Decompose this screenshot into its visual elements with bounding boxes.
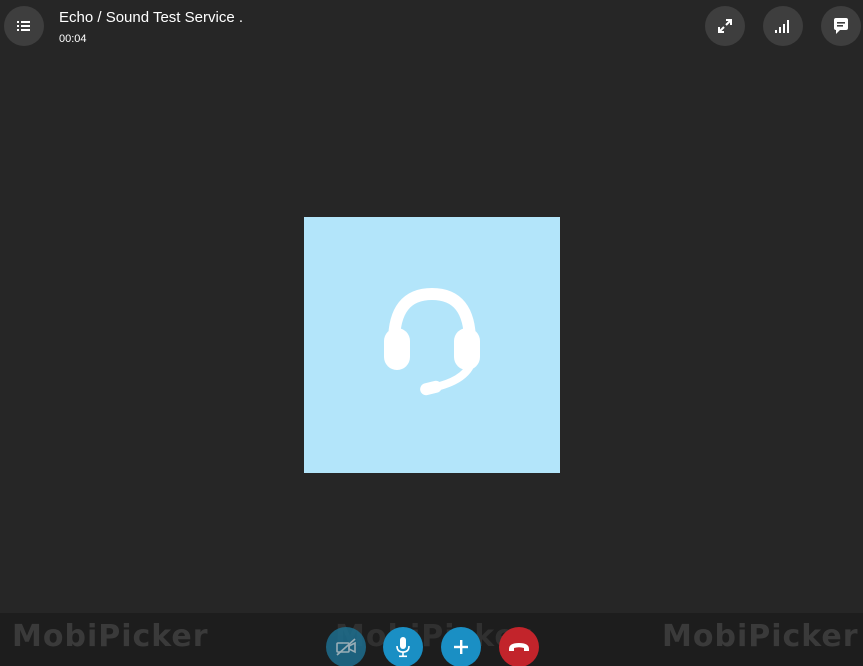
watermark-right: MobiPicker [662, 619, 859, 654]
chat-button[interactable] [821, 6, 861, 46]
microphone-button[interactable] [383, 627, 423, 666]
call-quality-button[interactable] [763, 6, 803, 46]
signal-bars-icon [775, 20, 789, 33]
headset-icon [384, 287, 480, 396]
hang-up-button[interactable] [499, 627, 539, 666]
call-info: Echo / Sound Test Service . 00:04 [59, 9, 243, 46]
fullscreen-button[interactable] [705, 6, 745, 46]
plus-icon [454, 640, 468, 654]
chat-bubble-icon [834, 18, 848, 34]
call-window: Echo / Sound Test Service . 00:04 MobiPi… [0, 0, 863, 666]
menu-button[interactable] [4, 6, 44, 46]
call-timer: 00:04 [59, 33, 87, 45]
list-icon [17, 21, 30, 31]
video-toggle-button[interactable] [326, 627, 366, 666]
expand-icon [718, 19, 732, 33]
call-title: Echo / Sound Test Service . [59, 9, 243, 26]
watermark-left: MobiPicker [12, 619, 209, 654]
add-participant-button[interactable] [441, 627, 481, 666]
video-off-icon [336, 638, 356, 656]
call-controls-bar: MobiPicker MobiPicker MobiPicker [0, 613, 863, 666]
microphone-icon [396, 637, 410, 658]
phone-hangup-icon [509, 643, 529, 651]
contact-avatar [304, 217, 560, 473]
